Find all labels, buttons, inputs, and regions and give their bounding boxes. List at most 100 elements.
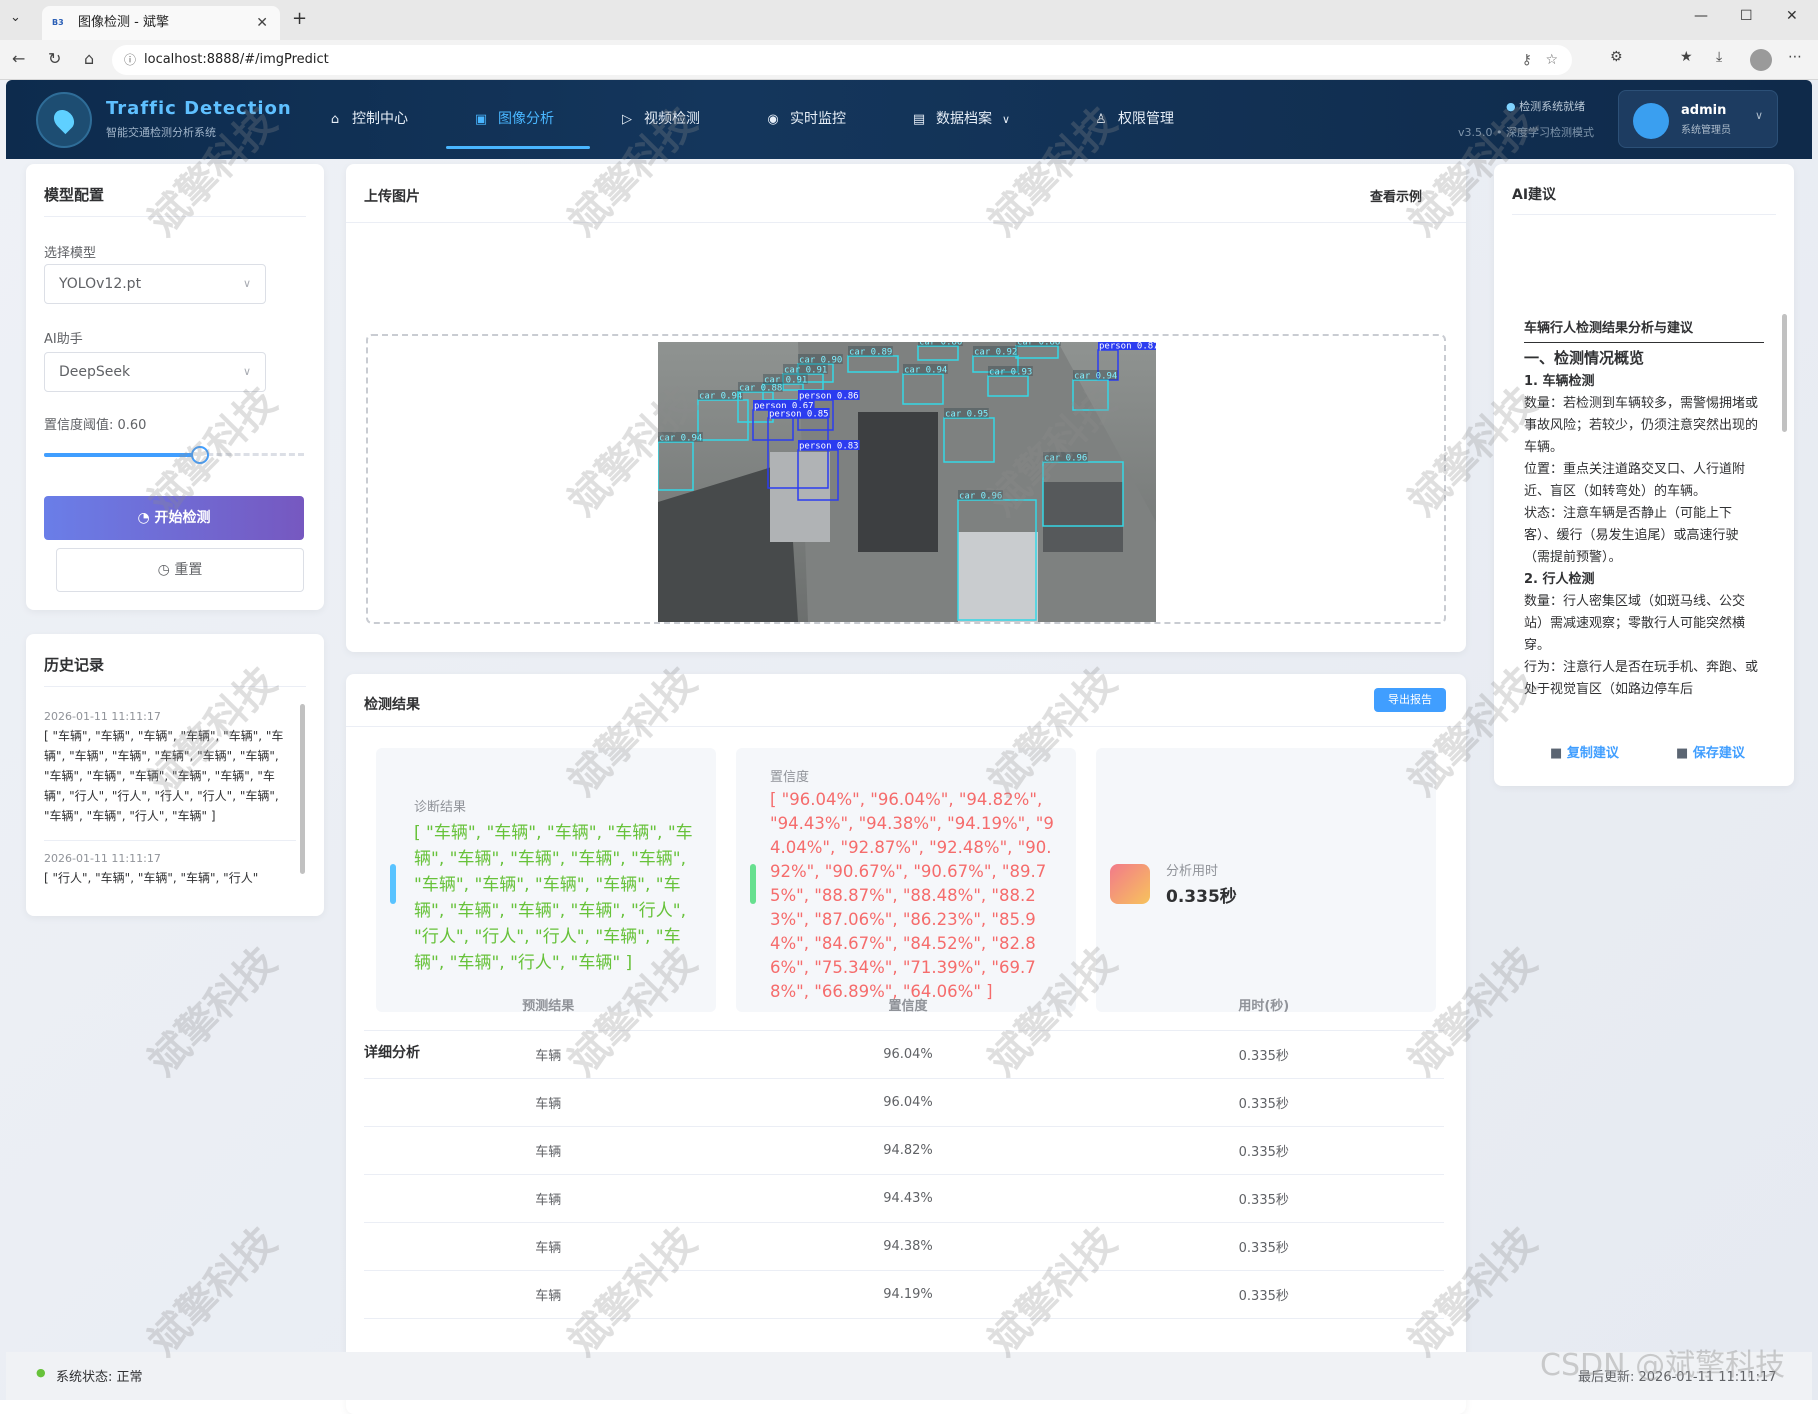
history-item-text[interactable]: [ "车辆", "车辆", "车辆", "车辆", "车辆", "车辆", "车… [44, 726, 296, 826]
copy-icon: ■ [1550, 746, 1563, 761]
back-icon[interactable]: ← [12, 49, 25, 68]
advice-paragraph: 数量：若检测到车辆较多，需警惕拥堵或事故风险；若较少，仍须注意突然出现的车辆。 [1524, 396, 1759, 455]
history-item-text[interactable]: [ "行人", "车辆", "车辆", "车辆", "行人" [44, 868, 296, 888]
chevron-down-icon: ∨ [242, 277, 251, 290]
advice-subtitle: 2. 行人检测 [1524, 572, 1595, 587]
home-icon[interactable]: ⌂ [84, 49, 94, 68]
watermark-text: 斌擎科技 [139, 1218, 286, 1365]
advice-paragraph: 位置：重点关注道路交叉口、人行道附近、盲区（如转弯处）的车辆。 [1524, 462, 1746, 499]
diagnosis-text: [ "车辆", "车辆", "车辆", "车辆", "车辆", "车辆", "车… [414, 823, 693, 973]
download-icon[interactable]: ⤓ [1716, 49, 1722, 65]
close-window-icon[interactable]: ✕ [1786, 8, 1798, 24]
reset-button-label: 重置 [174, 562, 203, 578]
advice-paragraph: 状态：注意车辆是否静止（可能上下客）、缓行（易发生追尾）或高速行驶（需提前预警）… [1524, 506, 1739, 565]
extensions-icon[interactable]: ⚙ [1610, 49, 1623, 65]
table-cell: 0.335秒 [1083, 1126, 1444, 1175]
top-navbar: Traffic Detection 智能交通检测分析系统 ⌂ 控制中心 ▣ 图像分析… [6, 80, 1812, 159]
csdn-watermark: CSDN @斌擎科技 [1540, 1348, 1786, 1383]
user-menu[interactable]: admin 系统管理员 ∨ [1618, 90, 1778, 148]
detection-image-svg: car 0.89car 0.86 car 0.88car 0.92person 0… [657, 336, 1160, 622]
nav-permission[interactable]: ♙ 权限管理 [1092, 80, 1174, 159]
accent-bar [390, 864, 396, 904]
advice-heading: 车辆行人检测结果分析与建议 [1524, 318, 1764, 343]
nav-data-archive[interactable]: ▤ 数据档案 ∨ [910, 80, 1010, 159]
history-item-time: 2026-01-11 11:11:17 [44, 852, 161, 865]
table-cell: 96.04% [732, 1030, 1084, 1079]
user-role: 系统管理员 [1681, 125, 1731, 136]
start-detection-button[interactable]: ◔ 开始检测 [44, 496, 304, 540]
view-example-link[interactable]: 查看示例 [1370, 186, 1422, 205]
time-value: 0.335秒 [1166, 887, 1237, 907]
minimize-icon[interactable]: — [1694, 8, 1708, 24]
history-scrollbar[interactable] [300, 704, 305, 874]
profile-icon[interactable] [1750, 49, 1772, 71]
upload-title: 上传图片 [364, 189, 420, 205]
white-car [958, 532, 1038, 622]
star-icon[interactable]: ☆ [1545, 45, 1558, 75]
advice-subtitle: 1. 车辆检测 [1524, 374, 1595, 389]
history-item-time: 2026-01-11 11:11:17 [44, 710, 161, 723]
reset-button[interactable]: ◷ 重置 [56, 548, 304, 592]
system-status-text: 检测系统就绪 [1519, 100, 1586, 113]
save-advice-button[interactable]: ■ 保存建议 [1676, 742, 1745, 761]
model-config-card: 模型配置 选择模型 YOLOv12.pt ∨ AI助手 DeepSeek ∨ 置信度… [26, 164, 324, 610]
history-list[interactable]: 2026-01-11 11:11:17 [ "车辆", "车辆", "车辆", … [44, 694, 296, 904]
dark-car [1043, 482, 1123, 552]
table-row: 车辆 94.82% 0.335秒 [364, 1126, 1444, 1175]
browser-chrome: ⌄ B3 图像检测 - 斌擎 ✕ + — ☐ ✕ ← ↻ ⌂ ⓘ localho… [0, 0, 1818, 80]
browser-tab[interactable]: B3 图像检测 - 斌擎 ✕ [42, 6, 280, 40]
maximize-icon[interactable]: ☐ [1740, 8, 1753, 24]
more-icon[interactable]: ⋯ [1788, 49, 1802, 65]
nav-control-center[interactable]: ⌂ 控制中心 [326, 80, 408, 159]
timer-icon [1110, 864, 1150, 904]
favorites-icon[interactable]: ★ [1680, 49, 1693, 65]
table-cell: 0.335秒 [1083, 1174, 1444, 1223]
close-tab-icon[interactable]: ✕ [256, 6, 268, 40]
copy-advice-button[interactable]: ■ 复制建议 [1550, 742, 1619, 761]
system-ready-status: ● 检测系统就绪 [1506, 98, 1585, 114]
column-header: 置信度 [732, 980, 1084, 1031]
table-cell: 0.335秒 [1083, 1078, 1444, 1127]
detection-label: car 0.89 [849, 348, 892, 358]
table-cell: 车辆 [364, 1174, 733, 1223]
favicon-icon: B3 [52, 18, 64, 27]
ai-scrollbar[interactable] [1782, 314, 1787, 432]
tab-list-icon[interactable]: ⌄ [10, 10, 21, 25]
divider [346, 222, 1466, 223]
bus [858, 412, 938, 552]
model-config-title: 模型配置 [44, 186, 105, 204]
divider [44, 216, 306, 217]
nav-label: 权限管理 [1118, 111, 1174, 127]
detection-label: car 0.88 [739, 384, 782, 394]
document-icon: ▤ [912, 112, 926, 127]
home-icon: ⌂ [330, 112, 340, 127]
key-icon[interactable]: ⚷ [1522, 45, 1532, 75]
divider [44, 686, 306, 687]
table-cell: 94.38% [732, 1222, 1084, 1271]
nav-realtime-monitor[interactable]: ◉ 实时监控 [764, 80, 846, 159]
table-cell: 0.335秒 [1083, 1222, 1444, 1271]
copy-label: 复制建议 [1566, 746, 1619, 761]
model-select[interactable]: YOLOv12.pt ∨ [44, 264, 266, 304]
reload-icon[interactable]: ↻ [48, 49, 61, 68]
status-dot-icon: ● [36, 1366, 46, 1379]
assistant-label: AI助手 [44, 332, 83, 347]
table-cell: 车辆 [364, 1222, 733, 1271]
nav-video-detection[interactable]: ▷ 视频检测 [618, 80, 700, 159]
detection-label: car 0.95 [945, 410, 988, 420]
confidence-title: 置信度 [770, 770, 810, 785]
assistant-select[interactable]: DeepSeek ∨ [44, 352, 266, 392]
address-bar[interactable]: ⓘ localhost:8888/#/imgPredict ☆ ⚷ [112, 45, 1572, 75]
detection-label: car 0.94 [699, 392, 742, 402]
ai-advice-content[interactable]: 车辆行人检测结果分析与建议 一、检测情况概览 1. 车辆检测 数量：若检测到车辆… [1524, 318, 1764, 708]
export-report-button[interactable]: 导出报告 [1374, 688, 1446, 712]
slider-handle[interactable] [191, 446, 209, 464]
footer-status: 系统状态: 正常 [56, 1370, 143, 1385]
ai-advice-title: AI建议 [1512, 187, 1557, 203]
table-row: 车辆 96.04% 0.335秒 [364, 1030, 1444, 1079]
chevron-down-icon: ∨ [242, 365, 251, 378]
diagnosis-title: 诊断结果 [414, 800, 467, 815]
nav-label: 控制中心 [352, 111, 408, 127]
detection-label: car 0.92 [974, 348, 1017, 358]
new-tab-icon[interactable]: + [292, 8, 307, 29]
